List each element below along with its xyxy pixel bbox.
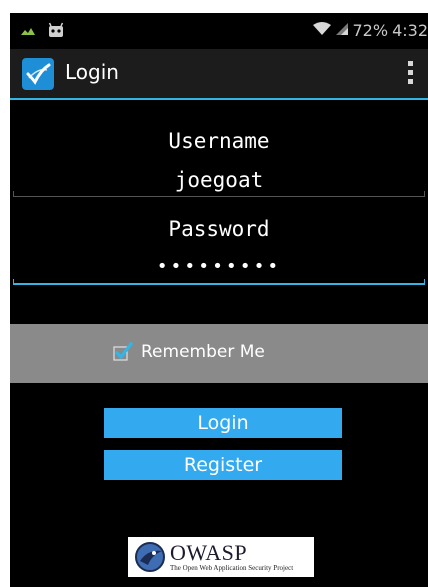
overflow-menu-icon[interactable] xyxy=(406,61,414,89)
owasp-logo-icon xyxy=(134,541,166,577)
notification-icon xyxy=(20,23,36,42)
checkbox-icon[interactable] xyxy=(113,341,134,362)
page-title: Login xyxy=(65,60,119,84)
battery-percent: 72% xyxy=(352,21,389,40)
register-button[interactable]: Register xyxy=(104,450,342,480)
password-field[interactable]: ••••••••• xyxy=(10,256,428,277)
status-bar-notifications xyxy=(20,22,64,42)
password-label: Password xyxy=(168,217,270,241)
phone-screen: 72% 4:32 Login Username joegoat Password… xyxy=(10,13,428,587)
remember-me-label: Remember Me xyxy=(141,342,265,362)
username-underline xyxy=(13,191,425,197)
android-icon xyxy=(48,22,64,42)
wifi-icon xyxy=(312,21,331,40)
username-label: Username xyxy=(168,129,270,153)
login-button[interactable]: Login xyxy=(104,408,342,438)
status-bar: 72% 4:32 xyxy=(10,13,428,49)
password-underline-focused xyxy=(13,279,425,285)
remember-me-row[interactable]: Remember Me xyxy=(10,324,428,383)
action-bar-divider xyxy=(10,98,428,100)
status-bar-system: 72% 4:32 xyxy=(312,21,428,40)
owasp-tagline: The Open Web Application Security Projec… xyxy=(170,564,294,572)
app-check-icon[interactable] xyxy=(22,58,54,90)
signal-icon xyxy=(335,21,349,40)
action-bar: Login xyxy=(10,49,428,100)
clock: 4:32 xyxy=(392,21,428,40)
username-field[interactable]: joegoat xyxy=(10,168,428,192)
owasp-wordmark: OWASP xyxy=(170,540,248,565)
owasp-logo: OWASP The Open Web Application Security … xyxy=(128,537,314,577)
